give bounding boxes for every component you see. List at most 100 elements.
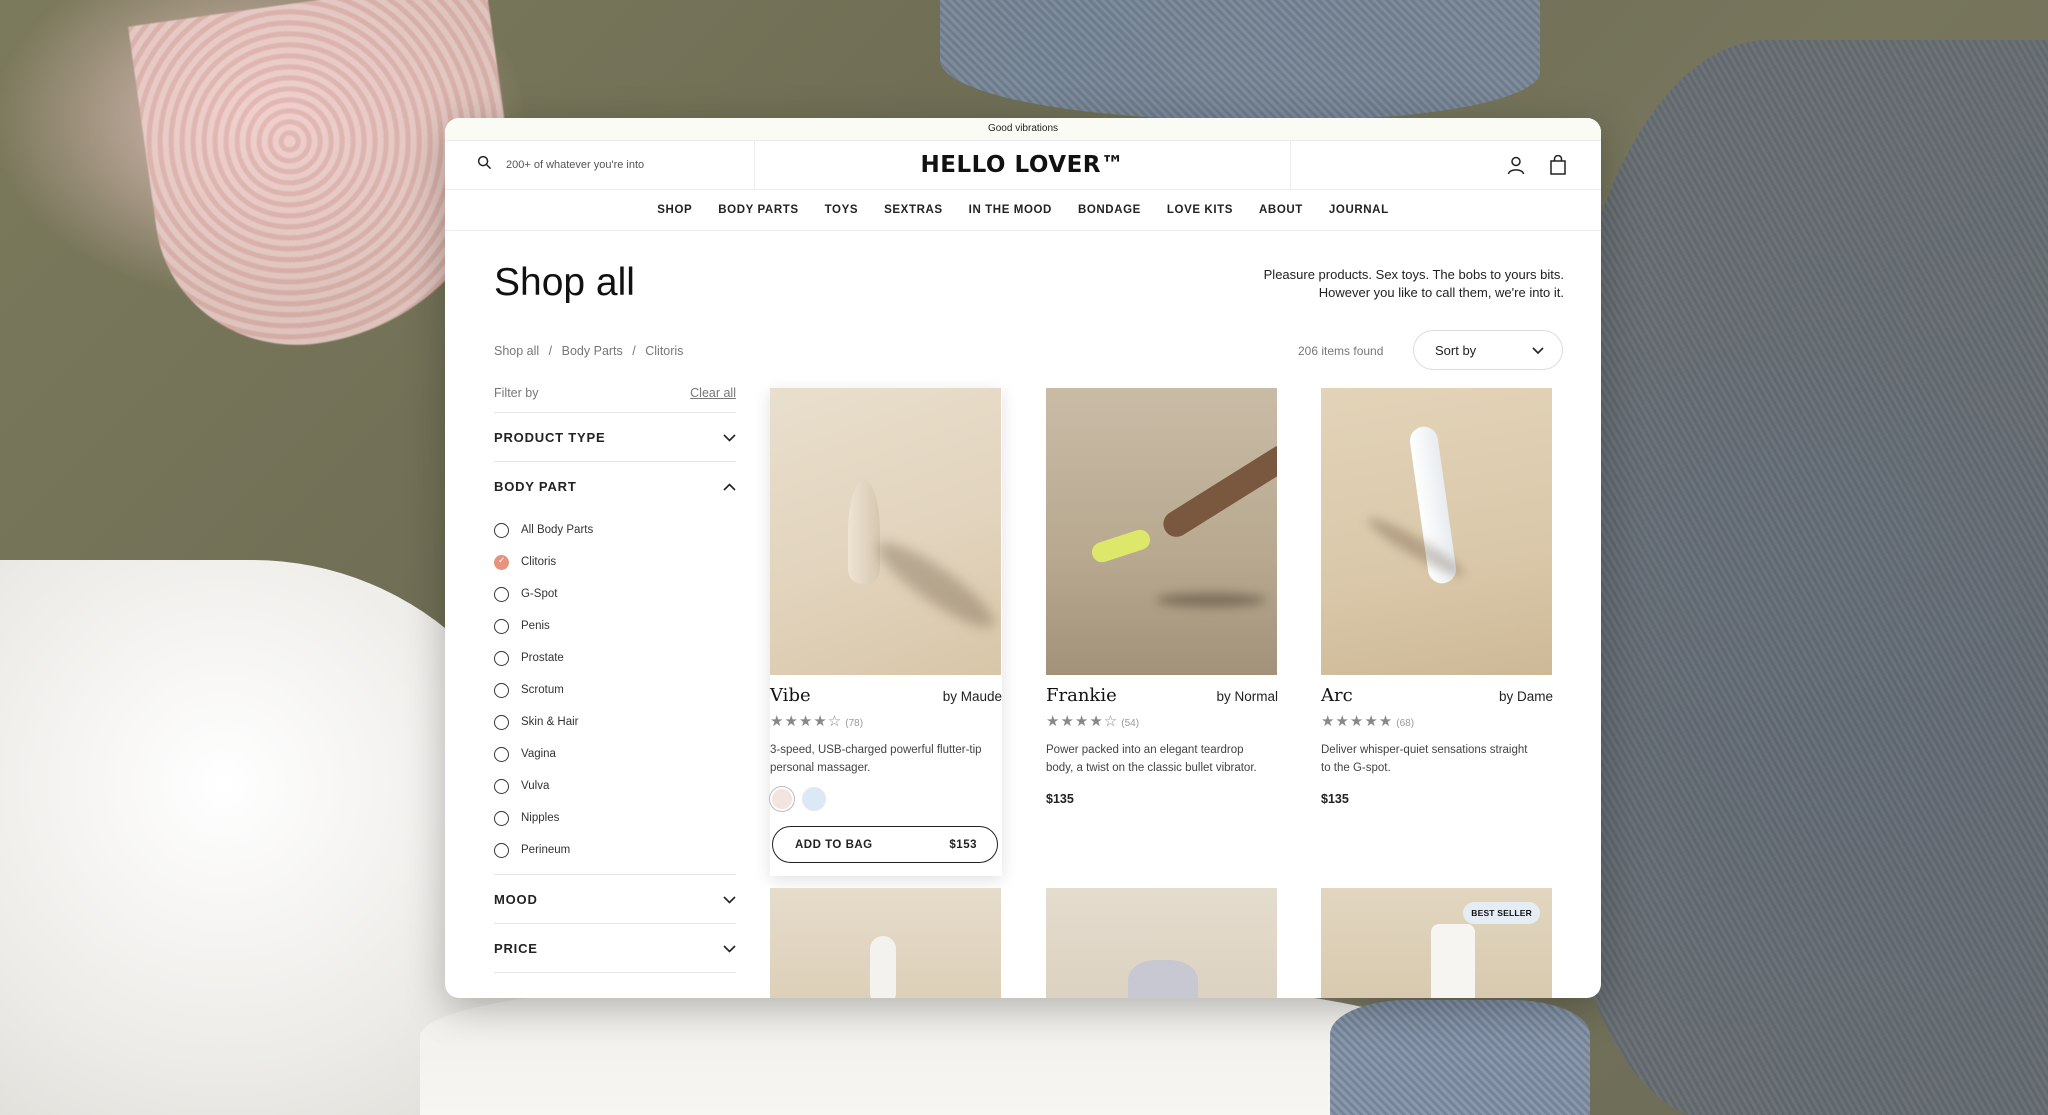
option-penis[interactable]: Penis [494,610,736,642]
product-image[interactable] [770,888,1001,998]
option-label: Clitoris [521,556,557,568]
option-vagina[interactable]: Vagina [494,738,736,770]
bag-icon[interactable] [1547,154,1569,176]
product-image[interactable] [1321,388,1552,675]
nav-body-parts[interactable]: BODY PARTS [718,204,798,216]
option-scrotum[interactable]: Scrotum [494,674,736,706]
review-count: (68) [1396,718,1415,729]
color-swatches [770,787,826,811]
radio-button[interactable] [494,682,509,698]
product-image[interactable] [1046,888,1277,998]
option-label: Penis [521,620,550,632]
review-count: (54) [1121,718,1140,729]
radio-button[interactable] [494,714,509,730]
clear-all-link[interactable]: Clear all [690,386,736,402]
breadcrumb-clitoris: Clitoris [645,344,684,358]
description-line: personal massager. [770,762,871,774]
star-rating: ★★★★☆ [1046,713,1119,730]
search-input[interactable] [504,158,728,172]
product-name[interactable]: Vibe [770,685,811,706]
radio-button[interactable] [494,842,509,858]
option-label: Skin & Hair [521,716,579,728]
sort-dropdown[interactable]: Sort by [1413,330,1563,370]
product-name[interactable]: Arc [1321,685,1353,706]
swatch-blue[interactable] [802,787,826,811]
search-icon[interactable] [477,155,504,175]
facet-label: BODY PART [494,478,577,494]
option-nipples[interactable]: Nipples [494,802,736,834]
facet-product-type[interactable]: PRODUCT TYPE [494,413,736,462]
product-image[interactable] [1046,388,1277,675]
option-perineum[interactable]: Perineum [494,834,736,866]
sort-label: Sort by [1435,342,1477,358]
product-image[interactable]: BEST SELLER [1321,888,1552,998]
product-card[interactable]: Vibe by Maude ★★★★☆ (78) 3-speed, USB-cha… [770,388,1002,876]
add-to-bag-label: ADD TO BAG [795,838,873,851]
chevron-up-icon [723,479,736,494]
radio-button[interactable] [494,810,509,826]
nav-sextras[interactable]: SEXTRAS [884,204,943,216]
product-description: 3-speed, USB-charged powerful flutter-ti… [770,741,1002,777]
filter-header: Filter by Clear all [494,386,736,413]
option-clitoris[interactable]: Clitoris [494,546,736,578]
facet-price[interactable]: PRICE [494,924,736,973]
product-card[interactable] [1046,888,1278,998]
breadcrumb-separator: / [632,344,636,358]
facet-body-part[interactable]: BODY PART [494,462,736,510]
header-actions [1291,141,1601,189]
breadcrumb-shop-all[interactable]: Shop all [494,344,539,358]
chevron-down-icon [723,941,736,956]
option-skin-hair[interactable]: Skin & Hair [494,706,736,738]
page-intro: Pleasure products. Sex toys. The bobs to… [1144,266,1564,302]
product-card[interactable]: Frankie by Normal ★★★★☆ (54) Power packed… [1046,388,1278,806]
product-card[interactable]: BEST SELLER [1321,888,1553,998]
nav-love-kits[interactable]: LOVE KITS [1167,204,1233,216]
option-label: Vulva [521,780,550,792]
option-vulva[interactable]: Vulva [494,770,736,802]
description-line: body, a twist on the classic bullet vibr… [1046,762,1257,774]
nav-toys[interactable]: TOYS [825,204,859,216]
option-g-spot[interactable]: G-Spot [494,578,736,610]
option-label: Perineum [521,844,571,856]
intro-line: Pleasure products. Sex toys. The bobs to… [1263,267,1564,282]
product-name[interactable]: Frankie [1046,685,1117,706]
nav-in-the-mood[interactable]: IN THE MOOD [969,204,1052,216]
nav-shop[interactable]: SHOP [657,204,692,216]
intro-line: However you like to call them, we're int… [1318,285,1564,300]
add-to-bag-button[interactable]: ADD TO BAG $153 [772,826,998,863]
product-brand: by Maude [942,689,1002,704]
nav-about[interactable]: ABOUT [1259,204,1303,216]
option-all-body-parts[interactable]: All Body Parts [494,514,736,546]
product-price: $135 [1321,792,1349,806]
radio-button[interactable] [494,522,509,538]
radio-button[interactable] [494,746,509,762]
site-window: Good vibrations HELLO LOVER™ SHOP BODY P… [445,118,1601,998]
product-card[interactable]: Arc by Dame ★★★★★ (68) Deliver whisper-qu… [1321,388,1553,806]
radio-button-selected[interactable] [494,554,509,570]
breadcrumb-body-parts[interactable]: Body Parts [562,344,623,358]
product-image[interactable] [770,388,1001,675]
rating-stars: ★★★★★ (68) [1321,712,1414,730]
nav-journal[interactable]: JOURNAL [1329,204,1389,216]
product-card[interactable] [770,888,1002,998]
facet-mood[interactable]: MOOD [494,875,736,924]
product-brand: by Normal [1216,689,1278,704]
nav-bondage[interactable]: BONDAGE [1078,204,1141,216]
facet-label: PRICE [494,940,538,956]
option-label: Prostate [521,652,564,664]
radio-button[interactable] [494,778,509,794]
logo[interactable]: HELLO LOVER™ [755,141,1291,189]
radio-button[interactable] [494,586,509,602]
add-to-bag-price: $153 [949,838,977,851]
radio-button[interactable] [494,618,509,634]
swatch-blush[interactable] [770,787,794,811]
option-label: Vagina [521,748,556,760]
option-prostate[interactable]: Prostate [494,642,736,674]
review-count: (78) [845,718,864,729]
account-icon[interactable] [1505,154,1527,176]
radio-button[interactable] [494,650,509,666]
star-rating: ★★★★☆ [770,713,843,730]
product-shadow [868,530,1001,640]
main-nav: SHOP BODY PARTS TOYS SEXTRAS IN THE MOOD… [445,190,1601,231]
search-bar[interactable] [445,141,755,189]
